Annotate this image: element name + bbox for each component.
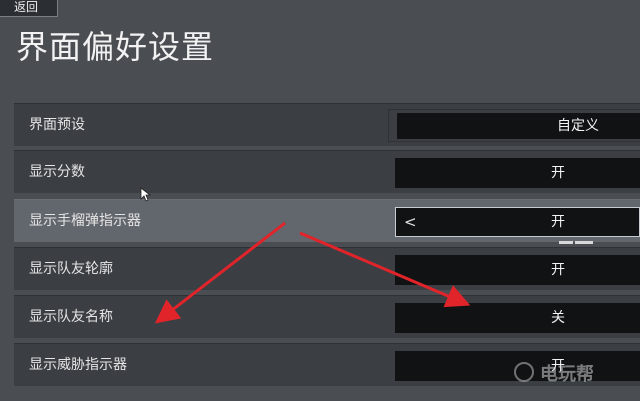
- watermark-logo-icon: [514, 362, 534, 382]
- watermark: 电玩帮: [540, 364, 594, 385]
- arrow-to-names-value: [299, 231, 471, 308]
- annotation-arrows: [154, 221, 471, 324]
- arrow-to-names-label: [154, 221, 286, 324]
